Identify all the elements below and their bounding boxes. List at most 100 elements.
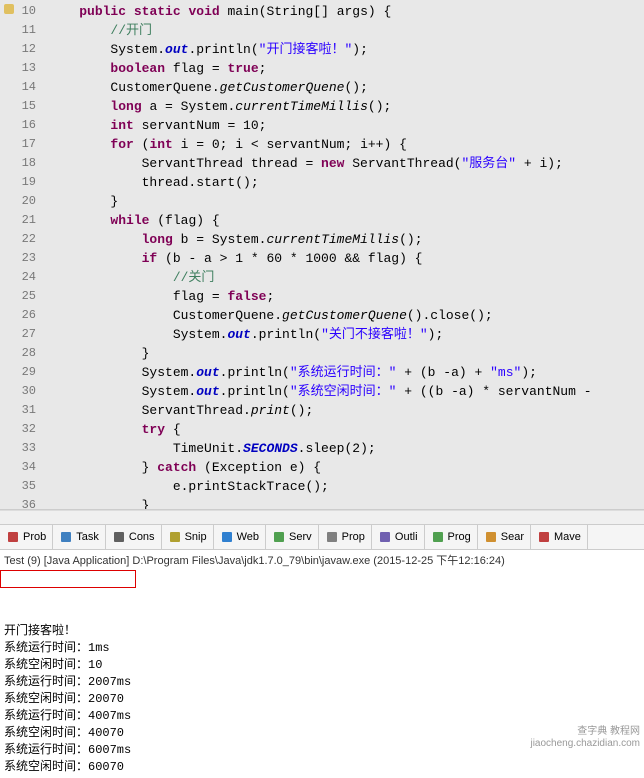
tab-icon xyxy=(6,530,20,544)
code-line[interactable]: long b = System.currentTimeMillis(); xyxy=(48,230,638,249)
tab-icon xyxy=(325,530,339,544)
console-line: 开门接客啦！ xyxy=(4,623,640,640)
tab-outli[interactable]: Outli xyxy=(372,525,425,549)
tab-label: Prob xyxy=(23,531,46,543)
code-line[interactable]: while (flag) { xyxy=(48,211,638,230)
tab-snip[interactable]: Snip xyxy=(162,525,214,549)
code-line[interactable]: long a = System.currentTimeMillis(); xyxy=(48,97,638,116)
tab-label: Web xyxy=(237,531,259,543)
line-number: 21 xyxy=(0,211,36,230)
watermark-line1: 查字典 教程网 xyxy=(530,726,640,738)
code-line[interactable]: ServantThread thread = new ServantThread… xyxy=(48,154,638,173)
line-number: 22 xyxy=(0,230,36,249)
line-number: 30 xyxy=(0,382,36,401)
code-line[interactable]: } xyxy=(48,192,638,211)
code-line[interactable]: for (int i = 0; i < servantNum; i++) { xyxy=(48,135,638,154)
console-header: Test (9) [Java Application] D:\Program F… xyxy=(0,550,644,570)
line-number: 36 xyxy=(0,496,36,515)
tab-icon xyxy=(272,530,286,544)
code-line[interactable]: System.out.println("开门接客啦！"); xyxy=(48,40,638,59)
tab-label: Snip xyxy=(185,531,207,543)
code-line[interactable]: System.out.println("系统运行时间：" + (b -a) + … xyxy=(48,363,638,382)
code-area[interactable]: public static void main(String[] args) {… xyxy=(42,0,644,509)
code-line[interactable]: thread.start(); xyxy=(48,173,638,192)
tab-cons[interactable]: Cons xyxy=(106,525,162,549)
tab-icon xyxy=(537,530,551,544)
tab-label: Sear xyxy=(501,531,524,543)
code-line[interactable]: System.out.println("关门不接客啦！"); xyxy=(48,325,638,344)
tab-label: Mave xyxy=(554,531,581,543)
code-line[interactable]: int servantNum = 10; xyxy=(48,116,638,135)
line-number: 11 xyxy=(0,21,36,40)
code-line[interactable]: } xyxy=(48,496,638,509)
line-number: 13 xyxy=(0,59,36,78)
line-number: 10 xyxy=(0,2,36,21)
watermark-line2: jiaocheng.chazidian.com xyxy=(530,738,640,750)
tab-icon xyxy=(168,530,182,544)
code-line[interactable]: System.out.println("系统空闲时间：" + ((b -a) *… xyxy=(48,382,638,401)
tab-prop[interactable]: Prop xyxy=(319,525,372,549)
console-line: 系统空闲时间：20070 xyxy=(4,691,640,708)
console-line: 系统运行时间：4007ms xyxy=(4,708,640,725)
tab-label: Prop xyxy=(342,531,365,543)
code-line[interactable]: //开门 xyxy=(48,21,638,40)
code-line[interactable]: try { xyxy=(48,420,638,439)
code-line[interactable]: public static void main(String[] args) { xyxy=(48,2,638,21)
line-number: 17 xyxy=(0,135,36,154)
code-line[interactable]: CustomerQuene.getCustomerQuene().close()… xyxy=(48,306,638,325)
tab-task[interactable]: Task xyxy=(53,525,106,549)
line-number: 19 xyxy=(0,173,36,192)
line-number: 26 xyxy=(0,306,36,325)
code-line[interactable]: flag = false; xyxy=(48,287,638,306)
line-number: 31 xyxy=(0,401,36,420)
tab-icon xyxy=(220,530,234,544)
code-line[interactable]: } catch (Exception e) { xyxy=(48,458,638,477)
line-number: 20 xyxy=(0,192,36,211)
tab-icon xyxy=(112,530,126,544)
code-line[interactable]: //关门 xyxy=(48,268,638,287)
tab-label: Prog xyxy=(448,531,471,543)
code-line[interactable]: CustomerQuene.getCustomerQuene(); xyxy=(48,78,638,97)
console-line: 系统空闲时间：10 xyxy=(4,657,640,674)
line-number: 25 xyxy=(0,287,36,306)
tab-icon xyxy=(378,530,392,544)
line-number: 14 xyxy=(0,78,36,97)
console-line: 系统运行时间：2007ms xyxy=(4,674,640,691)
code-line[interactable]: ServantThread.print(); xyxy=(48,401,638,420)
line-number: 29 xyxy=(0,363,36,382)
tab-mave[interactable]: Mave xyxy=(531,525,588,549)
tab-prob[interactable]: Prob xyxy=(0,525,53,549)
code-line[interactable]: boolean flag = true; xyxy=(48,59,638,78)
tab-label: Task xyxy=(76,531,99,543)
line-number: 18 xyxy=(0,154,36,173)
tab-icon xyxy=(431,530,445,544)
tab-sear[interactable]: Sear xyxy=(478,525,531,549)
line-number: 12 xyxy=(0,40,36,59)
highlight-box xyxy=(0,570,136,588)
tab-label: Outli xyxy=(395,531,418,543)
tab-icon xyxy=(59,530,73,544)
line-number: 16 xyxy=(0,116,36,135)
code-line[interactable]: TimeUnit.SECONDS.sleep(2); xyxy=(48,439,638,458)
tab-label: Serv xyxy=(289,531,312,543)
tab-icon xyxy=(484,530,498,544)
code-line[interactable]: e.printStackTrace(); xyxy=(48,477,638,496)
tab-prog[interactable]: Prog xyxy=(425,525,478,549)
editor-scrollbar[interactable] xyxy=(0,510,644,524)
console-line: 系统运行时间：1ms xyxy=(4,640,640,657)
code-line[interactable]: } xyxy=(48,344,638,363)
console-line: 系统空闲时间：60070 xyxy=(4,759,640,776)
line-number: 27 xyxy=(0,325,36,344)
view-tabs: Prob Task Cons Snip Web Serv Prop Outli … xyxy=(0,524,644,550)
tab-serv[interactable]: Serv xyxy=(266,525,319,549)
line-number: 15 xyxy=(0,97,36,116)
line-number: 33 xyxy=(0,439,36,458)
tab-web[interactable]: Web xyxy=(214,525,266,549)
line-number: 34 xyxy=(0,458,36,477)
code-line[interactable]: if (b - a > 1 * 60 * 1000 && flag) { xyxy=(48,249,638,268)
line-number: 28 xyxy=(0,344,36,363)
console-panel: Test (9) [Java Application] D:\Program F… xyxy=(0,550,644,754)
watermark: 查字典 教程网 jiaocheng.chazidian.com xyxy=(530,726,640,750)
code-editor[interactable]: 1011121314151617181920212223242526272829… xyxy=(0,0,644,510)
tab-label: Cons xyxy=(129,531,155,543)
